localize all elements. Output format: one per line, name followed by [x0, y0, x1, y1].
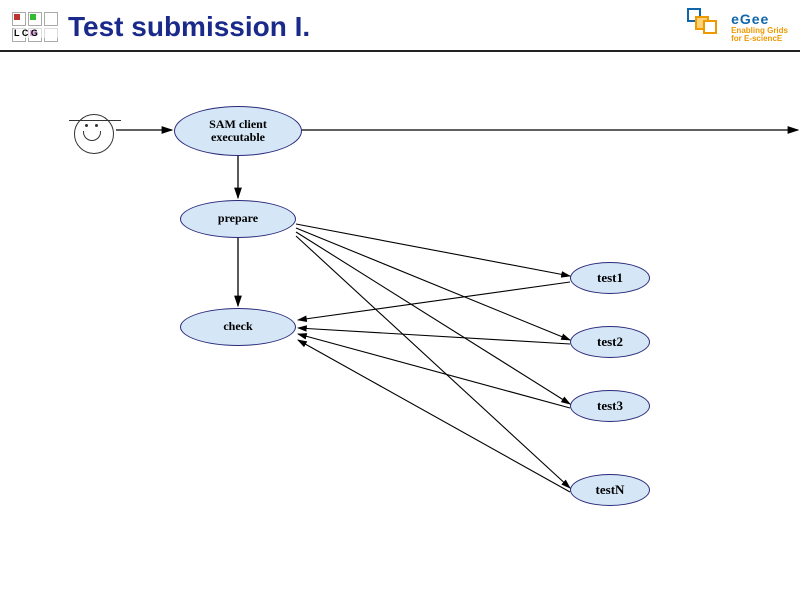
page-title: Test submission I.: [68, 11, 310, 43]
egee-logo: eGee Enabling Grids for E-sciencE: [681, 6, 788, 48]
node-sam-client: SAM clientexecutable: [174, 106, 302, 156]
lcg-label: L C G: [14, 28, 58, 38]
node-check: check: [180, 308, 296, 346]
node-test1: test1: [570, 262, 650, 294]
egee-wordmark: eGee: [731, 11, 788, 27]
node-label: SAM clientexecutable: [209, 118, 267, 145]
node-prepare: prepare: [180, 200, 296, 238]
node-label: testN: [596, 483, 625, 498]
node-label: test2: [597, 335, 623, 350]
node-label: prepare: [218, 212, 258, 225]
egee-tagline: Enabling Grids for E-sciencE: [731, 27, 788, 44]
user-icon: [74, 114, 114, 154]
node-testN: testN: [570, 474, 650, 506]
node-label: test1: [597, 271, 623, 286]
arrows-layer: [0, 52, 800, 592]
header-bar: L C G Test submission I. eGee Enabling G…: [0, 0, 800, 52]
node-test3: test3: [570, 390, 650, 422]
node-label: test3: [597, 399, 623, 414]
lcg-logo: L C G: [12, 12, 58, 42]
node-label: check: [223, 320, 252, 333]
diagram-canvas: SAM clientexecutable prepare check test1…: [0, 52, 800, 592]
egee-mark-icon: [681, 6, 727, 48]
node-test2: test2: [570, 326, 650, 358]
